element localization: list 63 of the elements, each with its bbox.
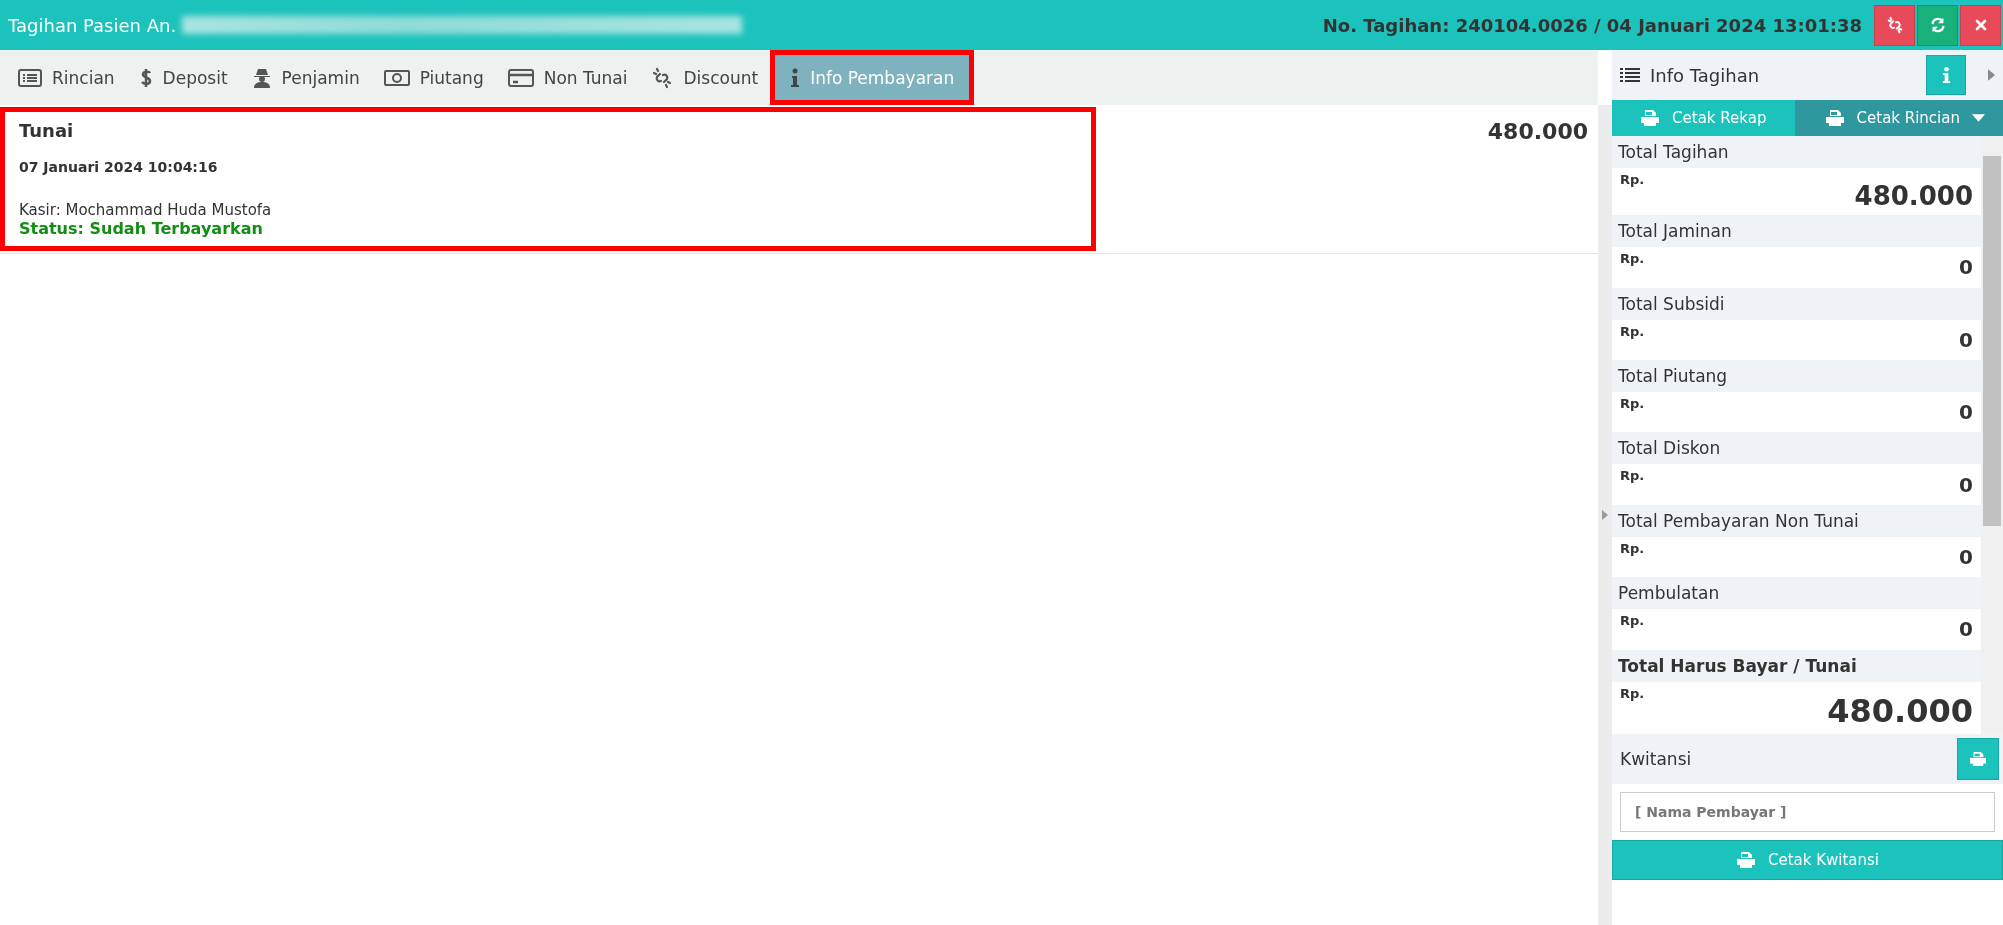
total-value: 480.000 xyxy=(1854,181,1973,212)
broken-link-icon xyxy=(651,66,674,89)
total-value: 480.000 xyxy=(1827,692,1973,730)
info-icon xyxy=(1941,66,1951,84)
total-value: 0 xyxy=(1959,472,1973,497)
currency-label: Rp. xyxy=(1620,251,1645,269)
printer-icon xyxy=(1969,751,1987,767)
credit-card-icon xyxy=(507,67,534,88)
tab[interactable]: Non Tunai xyxy=(495,50,640,105)
caret-icon[interactable] xyxy=(1972,114,1985,122)
total-label: Total Harus Bayar / Tunai xyxy=(1612,649,1981,682)
broken-link-icon xyxy=(1885,16,1904,34)
dollar-icon xyxy=(138,66,153,89)
collapse-arrow-icon[interactable] xyxy=(1602,510,1608,520)
list-icon xyxy=(18,67,42,88)
payment-status: Status: Sudah Terbayarkan xyxy=(19,219,264,238)
window-title: Tagihan Pasien An. xyxy=(8,14,177,36)
print-button[interactable] xyxy=(1957,738,1999,780)
expand-arrow-icon[interactable] xyxy=(1988,69,1995,81)
total-label: Total Tagihan xyxy=(1612,136,1981,168)
total-label: Total Jaminan xyxy=(1612,215,1981,248)
banknote-icon xyxy=(383,68,410,87)
tab[interactable]: Penjamin xyxy=(239,50,372,105)
info-icon xyxy=(790,66,801,89)
payment-amount: 480.000 xyxy=(1487,119,1588,146)
currency-label: Rp. xyxy=(1620,685,1645,703)
tab[interactable]: Piutang xyxy=(371,50,496,105)
payer-name-field[interactable]: [ Nama Pembayar ] xyxy=(1620,792,1995,832)
currency-label: Rp. xyxy=(1620,613,1645,631)
payment-date: 07 Januari 2024 10:04:16 xyxy=(19,159,219,175)
cashier-name: Kasir: Mochammad Huda Mustofa xyxy=(19,201,273,219)
panel-title: Info Tagihan xyxy=(1650,64,1761,86)
close-button[interactable] xyxy=(1960,4,2001,46)
printer-icon xyxy=(1640,109,1661,127)
currency-label: Rp. xyxy=(1620,468,1645,486)
refresh-button[interactable] xyxy=(1917,4,1958,46)
tab[interactable]: Rincian xyxy=(6,50,127,105)
list-icon xyxy=(1620,67,1640,83)
spy-icon xyxy=(251,66,272,89)
total-label: Pembulatan xyxy=(1612,577,1981,610)
total-value: 0 xyxy=(1959,617,1973,642)
unlink-button[interactable] xyxy=(1874,4,1915,46)
total-label: Total Subsidi xyxy=(1612,287,1981,320)
total-value: 0 xyxy=(1959,400,1973,425)
tab[interactable]: Discount xyxy=(639,50,771,105)
tab[interactable]: Deposit xyxy=(126,50,240,105)
receipt-title: Kwitansi xyxy=(1620,749,1693,769)
printer-icon xyxy=(1824,109,1845,127)
total-label: Total Pembayaran Non Tunai xyxy=(1612,504,1981,537)
payment-method: Tunai xyxy=(19,120,75,141)
total-label: Total Diskon xyxy=(1612,432,1981,465)
scrollbar[interactable] xyxy=(1981,136,2003,734)
printer-icon xyxy=(1735,851,1756,869)
total-value: 0 xyxy=(1959,327,1973,352)
total-value: 0 xyxy=(1959,255,1973,280)
currency-label: Rp. xyxy=(1620,172,1645,189)
currency-label: Rp. xyxy=(1620,396,1645,414)
currency-label: Rp. xyxy=(1620,323,1645,341)
info-button[interactable] xyxy=(1926,55,1966,95)
total-label: Total Piutang xyxy=(1612,360,1981,393)
currency-label: Rp. xyxy=(1620,540,1645,558)
invoice-number: No. Tagihan: 240104.0026 / 04 Januari 2024 13:01:38 xyxy=(1322,14,1862,36)
total-value: 0 xyxy=(1959,545,1973,570)
